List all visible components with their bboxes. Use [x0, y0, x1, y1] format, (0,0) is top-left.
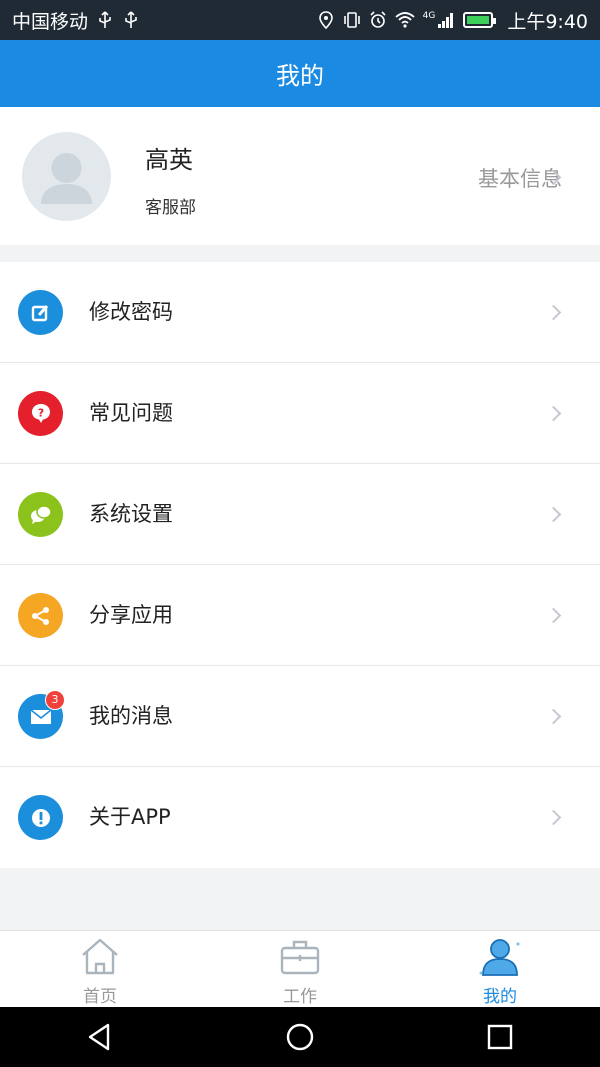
- profile-card[interactable]: 高英 客服部 基本信息: [0, 107, 600, 245]
- default-avatar-icon: [41, 153, 92, 204]
- menu-item-label: 常见问题: [89, 401, 173, 425]
- menu-item-about-app[interactable]: 关于APP: [0, 767, 600, 868]
- alarm-icon: [370, 11, 386, 28]
- tab-label: 首页: [83, 987, 117, 1007]
- wifi-icon: [395, 12, 415, 28]
- briefcase-icon: [280, 940, 320, 975]
- page-title: 我的: [276, 62, 324, 90]
- avatar[interactable]: [22, 132, 111, 221]
- home-button-icon[interactable]: [285, 1022, 315, 1052]
- clock: 上午9:40: [507, 10, 588, 33]
- chevron-right-icon: [548, 610, 560, 622]
- chat-icon: [18, 492, 63, 537]
- menu-item-label: 关于APP: [89, 805, 171, 829]
- menu-item-share-app[interactable]: 分享应用: [0, 565, 600, 666]
- signal-icon: [438, 13, 454, 28]
- settings-menu: 修改密码 ? 常见问题 系统设置 分享应用 3 我的消息 关于APP: [0, 262, 600, 868]
- chevron-right-icon: [548, 408, 560, 420]
- user-department: 客服部: [145, 198, 196, 218]
- recent-apps-icon[interactable]: [485, 1022, 515, 1052]
- share-icon: [18, 593, 63, 638]
- tab-label: 我的: [483, 987, 517, 1007]
- svg-text:?: ?: [37, 406, 43, 419]
- menu-item-faq[interactable]: ? 常见问题: [0, 363, 600, 464]
- user-name: 高英: [145, 146, 193, 174]
- chevron-right-icon: [548, 812, 560, 824]
- chevron-right-icon: [548, 172, 560, 184]
- unread-badge: 3: [45, 690, 65, 710]
- title-bar: 我的: [0, 40, 600, 107]
- system-navigation-bar: [0, 1007, 600, 1067]
- chevron-right-icon: [548, 711, 560, 723]
- chevron-right-icon: [548, 307, 560, 319]
- menu-item-system-settings[interactable]: 系统设置: [0, 464, 600, 565]
- home-icon: [82, 938, 118, 975]
- carrier-label: 中国移动: [12, 10, 89, 33]
- back-icon[interactable]: [85, 1022, 115, 1052]
- tab-mine[interactable]: 我的: [400, 931, 600, 1007]
- menu-item-label: 修改密码: [89, 300, 173, 324]
- chevron-right-icon: [548, 509, 560, 521]
- question-icon: ?: [18, 391, 63, 436]
- battery-icon: [463, 12, 497, 28]
- menu-item-change-password[interactable]: 修改密码: [0, 262, 600, 363]
- tab-label: 工作: [283, 987, 317, 1007]
- edit-icon: [18, 290, 63, 335]
- tab-home[interactable]: 首页: [0, 931, 200, 1007]
- menu-item-label: 系统设置: [89, 502, 173, 526]
- bottom-tab-bar: 首页 工作 我的: [0, 930, 600, 1007]
- person-icon: [479, 939, 520, 976]
- status-bar: 中国移动 4G 上午9:40: [0, 0, 600, 40]
- location-icon: [318, 11, 333, 29]
- vibrate-icon: [343, 12, 360, 28]
- menu-item-label: 我的消息: [89, 704, 173, 728]
- menu-item-label: 分享应用: [89, 603, 173, 627]
- usb-icon: [99, 11, 111, 28]
- info-icon: [18, 795, 63, 840]
- tab-work[interactable]: 工作: [200, 931, 400, 1007]
- network-type-label: 4G: [422, 11, 436, 21]
- menu-item-my-messages[interactable]: 3 我的消息: [0, 666, 600, 767]
- usb-debug-icon: [125, 11, 137, 28]
